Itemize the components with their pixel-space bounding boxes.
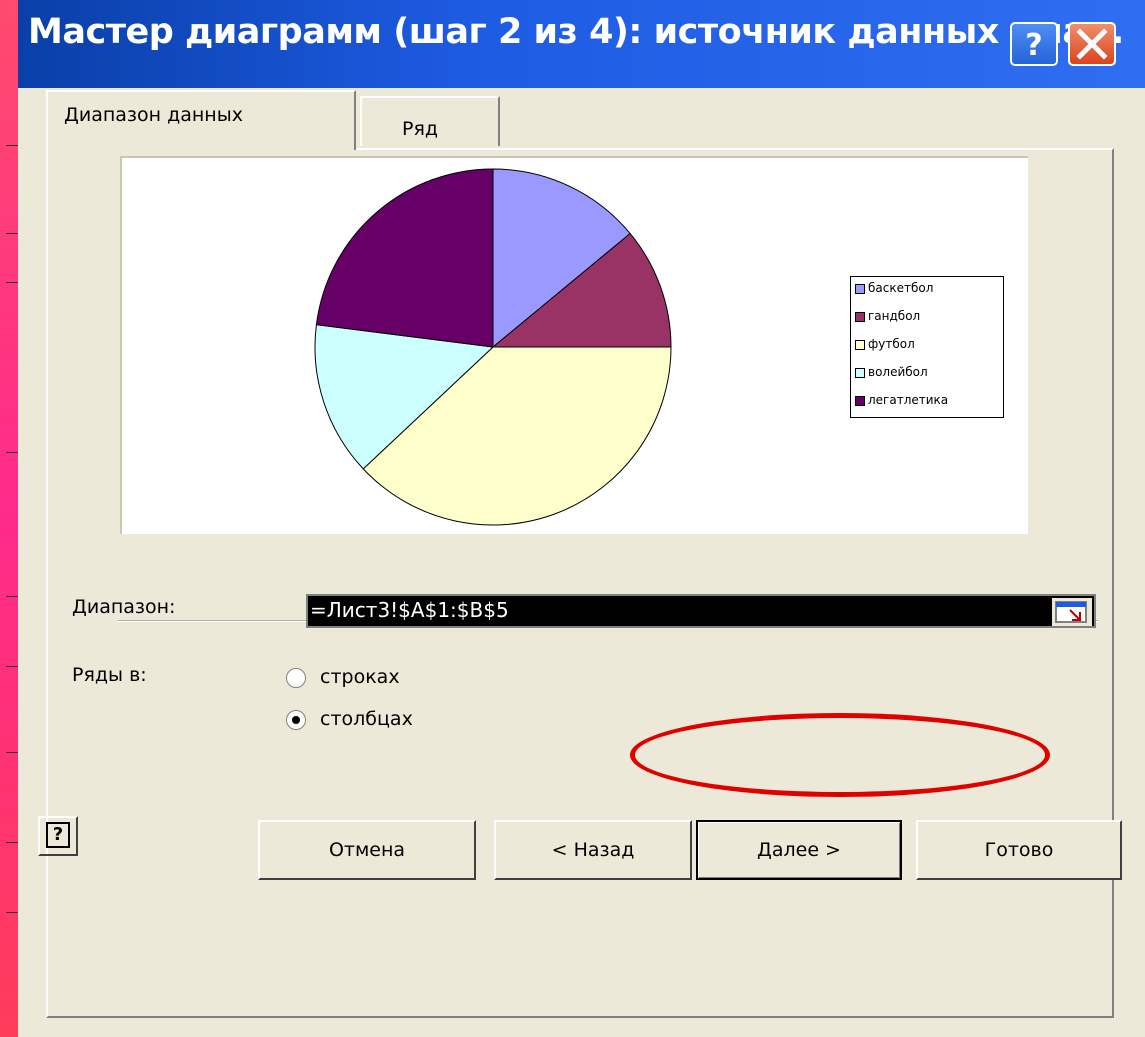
grid-line	[6, 912, 18, 913]
grid-line	[6, 452, 18, 453]
grid-line	[6, 752, 18, 753]
legend-swatch	[855, 339, 865, 350]
legend-swatch	[855, 395, 865, 406]
chart-preview: баскетбол гандбол футбол волейбол легатл…	[120, 156, 1028, 534]
legend-item: волейбол	[855, 365, 928, 387]
background-strip	[0, 0, 18, 1037]
collapse-dialog-button[interactable]	[1052, 598, 1092, 626]
range-select-icon	[1055, 601, 1087, 623]
help-title-button[interactable]: ?	[1010, 22, 1058, 66]
tab-series-label: Ряд	[402, 118, 439, 140]
rows-radio[interactable]	[286, 668, 306, 688]
legend-item: гандбол	[855, 309, 920, 331]
range-input[interactable]: =Лист3!$A$1:$B$5	[306, 594, 1096, 628]
columns-option-label[interactable]: столбцах	[320, 708, 413, 730]
close-button[interactable]	[1068, 22, 1116, 66]
svg-text:?: ?	[1025, 28, 1042, 63]
pie-slice-5	[315, 168, 494, 348]
legend-item: легатлетика	[855, 393, 948, 415]
grid-line	[6, 282, 18, 283]
legend-swatch	[855, 367, 865, 378]
tab-data-range[interactable]: Диапазон данных	[46, 90, 356, 150]
legend-label: волейбол	[868, 365, 928, 379]
legend-item: футбол	[855, 337, 915, 359]
legend-swatch	[855, 283, 865, 294]
grid-line	[6, 596, 18, 597]
tab-data-range-label: Диапазон данных	[64, 104, 243, 126]
tab-series[interactable]: Ряд	[360, 96, 500, 146]
chart-wizard-dialog: Диапазон данных Ряд баскетбол гандбол фу…	[18, 88, 1145, 1037]
legend-label: баскетбол	[868, 281, 934, 295]
question-icon: ?	[1025, 28, 1042, 63]
columns-radio[interactable]	[286, 710, 306, 730]
title-bar[interactable]: Мастер диаграмм (шаг 2 из 4): источник д…	[18, 0, 1145, 88]
help-button[interactable]: ?	[38, 816, 78, 856]
back-button[interactable]: < Назад	[494, 820, 692, 880]
finish-button[interactable]: Готово	[916, 820, 1122, 880]
range-label: Диапазон:	[72, 596, 176, 618]
radio-selected-dot	[292, 716, 300, 724]
help-icon: ?	[46, 822, 70, 848]
grid-line	[6, 145, 18, 146]
legend-item: баскетбол	[855, 281, 933, 303]
legend-swatch	[855, 311, 865, 322]
next-button[interactable]: Далее >	[696, 820, 902, 880]
range-input-value: =Лист3!$A$1:$B$5	[310, 598, 509, 622]
close-icon	[1076, 28, 1108, 60]
series-in-label: Ряды в:	[72, 664, 147, 686]
rows-option-label[interactable]: строках	[320, 666, 400, 688]
legend-label: гандбол	[868, 309, 921, 323]
chart-legend: баскетбол гандбол футбол волейбол легатл…	[850, 276, 1004, 418]
cancel-button[interactable]: Отмена	[258, 820, 476, 880]
grid-line	[6, 842, 18, 843]
legend-label: футбол	[868, 337, 915, 351]
legend-label: легатлетика	[868, 393, 949, 407]
grid-line	[6, 666, 18, 667]
grid-line	[6, 233, 18, 234]
window-title: Мастер диаграмм (шаг 2 из 4): источник д…	[28, 12, 1124, 52]
